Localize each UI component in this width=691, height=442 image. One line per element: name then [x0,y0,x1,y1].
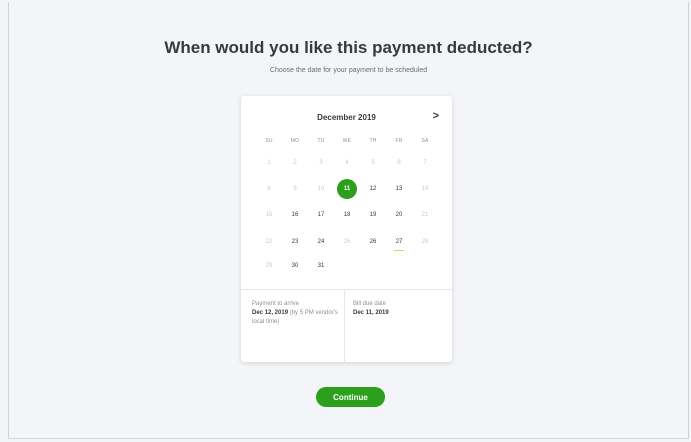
calendar-day[interactable]: 23 [282,233,308,251]
calendar-day[interactable]: 18 [334,206,360,224]
calendar-day: 10 [317,186,325,192]
summary-divider [241,289,452,290]
calendar-day: 3 [319,160,323,166]
calendar-day[interactable]: 30 [282,257,308,275]
month-label: December 2019 [317,113,376,122]
calendar-day[interactable]: 26 [360,233,386,251]
weekday-header: SU MO TU WE TH FR SA [256,138,438,144]
calendar-day[interactable]: 31 [308,257,334,275]
bill-due-info: Bill due date Dec 11, 2019 [353,300,443,318]
weekday-label: WE [342,138,352,144]
calendar-day: 4 [345,160,349,166]
calendar-day[interactable]: 16 [282,206,308,224]
calendar-day[interactable]: 17 [308,206,334,224]
calendar-week: 29 30 31 [256,257,438,275]
calendar-day: 1 [267,160,271,166]
calendar-day: 14 [421,186,429,192]
page-subtitle: Choose the date for your payment to be s… [269,67,428,74]
calendar-day: 2 [293,160,297,166]
summary-column-divider [344,290,345,362]
weekday-label: FR [395,138,403,144]
weekday-label: SU [265,138,273,144]
chevron-right-icon[interactable]: > [433,110,439,122]
calendar-day: 9 [293,186,297,192]
calendar-week: 8 9 10 11 12 13 14 [256,179,438,199]
calendar-week: 1 2 3 4 5 6 7 [256,154,438,172]
calendar-week: 22 23 24 25 26 27 28 [256,233,438,251]
arrive-label: Payment to arrive [252,301,300,307]
calendar-day-due-marker[interactable]: 27 [386,233,412,251]
date-picker-card: December 2019 > SU MO TU WE TH FR SA 1 2… [241,96,452,362]
calendar-day[interactable]: 13 [386,180,412,198]
page-title: When would you like this payment deducte… [164,38,533,57]
calendar-day: 29 [265,263,273,269]
calendar-day: 22 [265,239,273,245]
calendar-day: 25 [343,239,351,245]
calendar-day: 7 [423,160,427,166]
selected-day-number: 11 [343,186,351,192]
payment-arrival-info: Payment to arrive Dec 12, 2019 (by 5 PM … [252,300,338,327]
calendar-day[interactable]: 24 [308,233,334,251]
calendar-day: 5 [371,160,375,166]
due-date: Dec 11, 2019 [353,310,389,316]
calendar-day-selected[interactable]: 11 [334,179,360,199]
calendar-day: 6 [397,160,401,166]
calendar-day: 21 [421,212,429,218]
weekday-label: SA [421,138,429,144]
weekday-label: MO [290,138,300,144]
calendar-day[interactable]: 12 [360,180,386,198]
calendar-day: 8 [267,186,271,192]
calendar-week: 15 16 17 18 19 20 21 [256,206,438,224]
calendar-day[interactable]: 20 [386,206,412,224]
arrive-date: Dec 12, 2019 [252,310,289,316]
calendar-day: 28 [421,239,429,245]
calendar-day[interactable]: 19 [360,206,386,224]
weekday-label: TH [369,138,377,144]
continue-button[interactable]: Continue [316,387,385,407]
weekday-label: TU [317,138,325,144]
calendar-day: 15 [265,212,273,218]
due-label: Bill due date [353,301,387,307]
